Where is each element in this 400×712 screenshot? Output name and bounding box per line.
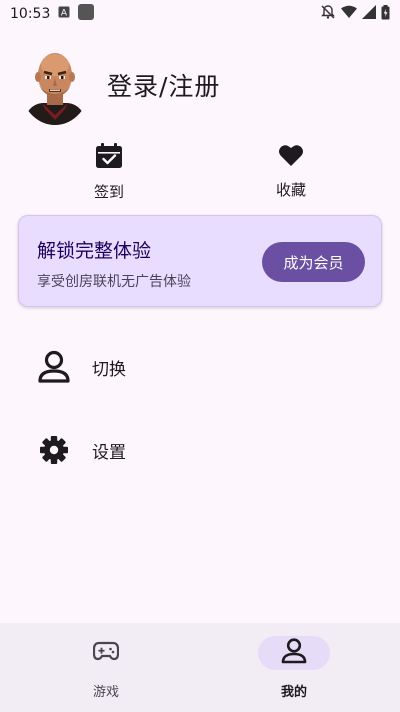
login-register-link[interactable]: 登录/注册 <box>107 67 220 103</box>
person-icon <box>37 349 71 385</box>
become-member-button[interactable]: 成为会员 <box>262 242 365 282</box>
app-square-icon <box>78 4 95 24</box>
switch-label: 切换 <box>92 359 126 380</box>
menu-item-switch-account[interactable]: 切换 <box>0 337 400 397</box>
profile-header[interactable]: 登录/注册 <box>20 44 380 126</box>
status-time: 10:53 <box>10 6 51 22</box>
nav-tab-games[interactable]: 游戏 <box>0 623 200 712</box>
person-icon <box>281 638 307 668</box>
gamepad-icon <box>92 641 120 665</box>
nav-tab-mine[interactable]: 我的 <box>200 623 400 712</box>
gear-icon <box>37 432 71 468</box>
nav-mine-active-pill <box>258 636 330 670</box>
svg-text:A: A <box>61 9 68 19</box>
signal-icon <box>362 5 376 23</box>
text-input-app-icon: A <box>58 6 70 22</box>
favorites-label: 收藏 <box>275 181 306 199</box>
nav-games-pill <box>70 636 142 670</box>
check-in-button[interactable]: 签到 <box>59 143 159 202</box>
vip-title: 解锁完整体验 <box>37 240 152 262</box>
menu-item-settings[interactable]: 设置 <box>0 420 400 480</box>
vip-promo-card: 解锁完整体验 享受创房联机无广告体验 成为会员 <box>18 215 382 307</box>
notifications-off-icon <box>320 4 336 24</box>
avatar[interactable] <box>20 45 90 125</box>
status-left: 10:53 A <box>10 4 95 24</box>
favorites-button[interactable]: 收藏 <box>241 143 341 200</box>
bottom-navigation: 游戏 我的 <box>0 623 400 712</box>
vip-subtitle: 享受创房联机无广告体验 <box>37 274 191 290</box>
status-right <box>320 4 390 24</box>
calendar-check-icon <box>95 143 123 173</box>
check-in-label: 签到 <box>93 183 124 201</box>
nav-mine-label: 我的 <box>280 685 307 700</box>
heart-icon <box>278 143 304 171</box>
status-bar: 10:53 A <box>0 0 400 28</box>
quick-actions: 签到 收藏 <box>0 143 400 201</box>
battery-icon <box>381 4 390 24</box>
wifi-icon <box>341 5 357 23</box>
nav-games-label: 游戏 <box>92 685 119 700</box>
settings-label: 设置 <box>92 442 126 463</box>
